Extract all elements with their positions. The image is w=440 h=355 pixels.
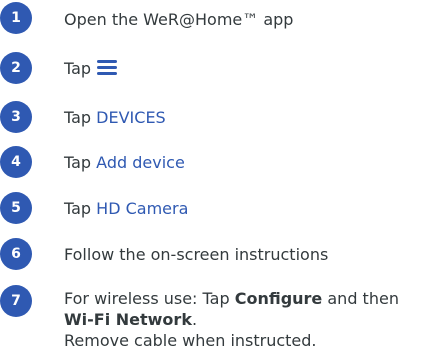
step-number-badge: 6 [0,238,32,270]
wifi-network-label: Wi-Fi Network [64,310,192,329]
step-number-badge: 2 [0,52,32,84]
step-text-part: . [191,310,198,329]
step-text: Tap DEVICES [64,107,166,128]
step-number-badge: 5 [0,192,32,224]
step-number-badge: 1 [0,2,32,34]
step-prefix: Tap [64,108,97,127]
step-text-part: and then [322,289,399,308]
step-number-badge: 4 [0,146,32,178]
step-text: Follow the on-screen instructions [64,245,329,264]
configure-label: Configure [234,289,323,308]
step-prefix: Tap [64,59,92,78]
step-prefix: Tap [64,153,97,172]
step-text-line-2: Wi-Fi Network. [64,309,197,330]
step-number-badge: 7 [0,285,32,317]
step-text-part: For wireless use: Tap [64,289,235,308]
hd-camera-label: HD Camera [96,199,189,218]
step-text-line-1: For wireless use: Tap Configure and then [64,288,399,309]
step-number-badge: 3 [0,101,32,133]
step-text: Tap HD Camera [64,198,188,219]
devices-label: DEVICES [96,108,166,127]
step-text-line-3: Remove cable when instructed. [64,331,317,350]
hamburger-menu-icon [97,60,118,75]
step-text: Open the WeR@Home™ app [64,10,294,29]
step-prefix: Tap [64,199,97,218]
step-text: Tap [64,58,118,79]
step-text: Tap Add device [64,152,185,173]
add-device-label: Add device [96,153,185,172]
